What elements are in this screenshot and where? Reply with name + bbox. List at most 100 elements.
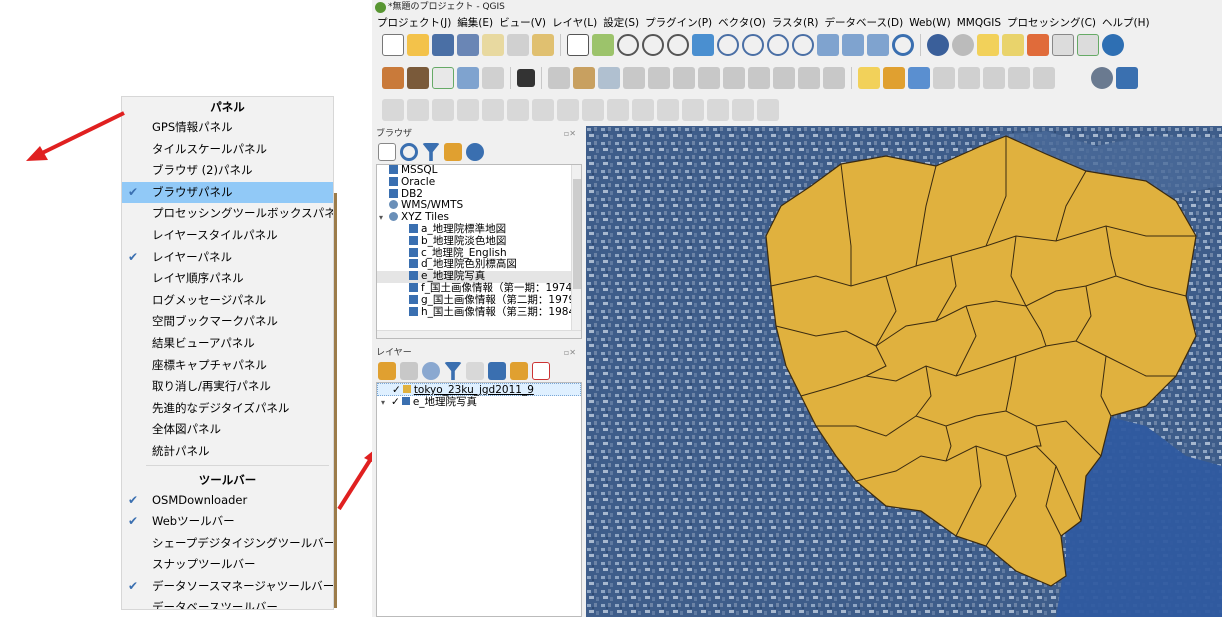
browser-vertical-scrollbar[interactable] <box>571 165 581 338</box>
panel-close-icon[interactable]: ▫✕ <box>564 127 576 141</box>
rotate-label-icon[interactable] <box>1008 67 1030 89</box>
save-project-icon[interactable] <box>432 34 454 56</box>
panel-menu-item[interactable]: ✔ ブラウザパネル <box>122 181 333 204</box>
collapse-all-layers-icon[interactable] <box>510 362 528 380</box>
layer-item[interactable]: ▾ ✓ e_地理院写真 <box>377 396 581 409</box>
identify-features-icon[interactable] <box>927 34 949 56</box>
merge-attributes-icon[interactable] <box>682 99 704 121</box>
expand-arrow-icon[interactable]: ▾ <box>381 396 391 409</box>
move-label-icon[interactable] <box>983 67 1005 89</box>
delete-ring-icon[interactable] <box>482 99 504 121</box>
expand-arrow-icon[interactable]: ▾ <box>379 212 383 224</box>
copy-features-icon[interactable] <box>748 67 770 89</box>
web-toolbar-icon[interactable] <box>517 69 535 87</box>
add-part-icon[interactable] <box>432 99 454 121</box>
zoom-last-icon[interactable] <box>767 34 789 56</box>
new-print-layout-icon[interactable] <box>482 34 504 56</box>
toolbar-menu-item[interactable]: データベースツールバー <box>122 597 333 609</box>
zoom-to-selection-icon[interactable] <box>717 34 739 56</box>
simplify-icon[interactable] <box>732 99 754 121</box>
pin-labels-icon[interactable] <box>933 67 955 89</box>
python-console-icon[interactable] <box>1091 67 1113 89</box>
menu-6[interactable]: ベクタ(O) <box>718 15 766 31</box>
open-layer-styling-icon[interactable] <box>378 362 396 380</box>
add-feature-icon[interactable] <box>623 67 645 89</box>
pan-hand-icon[interactable] <box>567 34 589 56</box>
offset-curve-icon[interactable] <box>557 99 579 121</box>
layer-item[interactable]: ✓ tokyo_23ku_jgd2011_9 <box>377 383 581 396</box>
refresh-icon[interactable] <box>400 143 418 161</box>
current-edits-icon[interactable] <box>548 67 570 89</box>
panel-menu-item[interactable]: 結果ビューアパネル <box>122 333 333 355</box>
panel-menu-item[interactable]: 統計パネル <box>122 441 333 463</box>
open-project-icon[interactable] <box>407 34 429 56</box>
vertex-tool-icon[interactable] <box>648 67 670 89</box>
delete-selected-icon[interactable] <box>698 67 720 89</box>
select-features-icon[interactable] <box>977 34 999 56</box>
expand-all-icon[interactable] <box>488 362 506 380</box>
panel-menu-item[interactable]: レイヤースタイルパネル <box>122 225 333 247</box>
reverse-line-icon[interactable] <box>582 99 604 121</box>
digitize-icon[interactable] <box>457 67 479 89</box>
add-vector-layer-icon[interactable] <box>407 67 429 89</box>
save-edits-icon[interactable] <box>598 67 620 89</box>
label-toolbar-icon[interactable] <box>858 67 880 89</box>
zoom-full-icon[interactable] <box>692 34 714 56</box>
panel-menu-item[interactable]: レイヤ順序パネル <box>122 268 333 290</box>
save-as-icon[interactable] <box>457 34 479 56</box>
menu-9[interactable]: Web(W) <box>909 15 950 31</box>
zoom-out-icon[interactable] <box>642 34 664 56</box>
toolbar-menu-item[interactable]: ✔ Webツールバー <box>122 511 333 533</box>
refresh-icon[interactable] <box>892 34 914 56</box>
panel-menu-item[interactable]: プロセッシングツールボックスパネル <box>122 203 333 225</box>
add-ring-icon[interactable] <box>407 99 429 121</box>
processing-toolbox-icon[interactable] <box>1102 34 1124 56</box>
add-delimited-text-icon[interactable] <box>432 67 454 89</box>
run-action-icon[interactable] <box>952 34 974 56</box>
data-source-manager-icon[interactable] <box>382 67 404 89</box>
info-icon[interactable] <box>466 143 484 161</box>
collapse-all-icon[interactable] <box>444 143 462 161</box>
zoom-next-icon[interactable] <box>792 34 814 56</box>
layer-visibility-checkbox[interactable]: ✓ <box>392 384 401 396</box>
new-3d-map-view-icon[interactable] <box>842 34 864 56</box>
osm-download-icon[interactable] <box>482 67 504 89</box>
menu-2[interactable]: ビュー(V) <box>499 15 546 31</box>
new-map-view-icon[interactable] <box>817 34 839 56</box>
undo-icon[interactable] <box>798 67 820 89</box>
redo-icon[interactable] <box>823 67 845 89</box>
panel-menu-item[interactable]: 先進的なデジタイズパネル <box>122 398 333 420</box>
menu-4[interactable]: 設定(S) <box>603 15 639 31</box>
modify-attributes-icon[interactable] <box>673 67 695 89</box>
menu-3[interactable]: レイヤ(L) <box>552 15 597 31</box>
panel-menu-item[interactable]: 空間ブックマークパネル <box>122 311 333 333</box>
rotate-point-icon[interactable] <box>707 99 729 121</box>
zoom-to-layer-icon[interactable] <box>742 34 764 56</box>
panel-menu-item[interactable]: ✔ レイヤーパネル <box>122 247 333 269</box>
show-labels-icon[interactable] <box>958 67 980 89</box>
trim-extend-icon[interactable] <box>757 99 779 121</box>
menu-8[interactable]: データベース(D) <box>824 15 903 31</box>
cut-features-icon[interactable] <box>723 67 745 89</box>
layer-diagram-icon[interactable] <box>908 67 930 89</box>
toolbar-menu-item[interactable]: スナップツールバー <box>122 554 333 576</box>
add-selected-layers-icon[interactable] <box>378 143 396 161</box>
scrollbar-thumb[interactable] <box>573 179 581 289</box>
delete-part-icon[interactable] <box>507 99 529 121</box>
paste-features-icon[interactable] <box>773 67 795 89</box>
select-by-expression-icon[interactable] <box>1027 34 1049 56</box>
menu-0[interactable]: プロジェクト(J) <box>377 15 451 31</box>
menu-12[interactable]: ヘルプ(H) <box>1102 15 1150 31</box>
layout-manager-icon[interactable] <box>507 34 529 56</box>
panel-menu-item[interactable]: ログメッセージパネル <box>122 290 333 312</box>
panel-menu-item[interactable]: 全体図パネル <box>122 419 333 441</box>
new-project-icon[interactable] <box>382 34 404 56</box>
toggle-editing-icon[interactable] <box>573 67 595 89</box>
map-canvas[interactable] <box>586 126 1222 617</box>
merge-features-icon[interactable] <box>657 99 679 121</box>
field-calculator-icon[interactable] <box>1077 34 1099 56</box>
panel-close-icon[interactable]: ▫✕ <box>564 346 576 360</box>
menu-1[interactable]: 編集(E) <box>457 15 493 31</box>
filter-icon[interactable] <box>422 143 440 161</box>
python-icon[interactable] <box>1116 67 1138 89</box>
